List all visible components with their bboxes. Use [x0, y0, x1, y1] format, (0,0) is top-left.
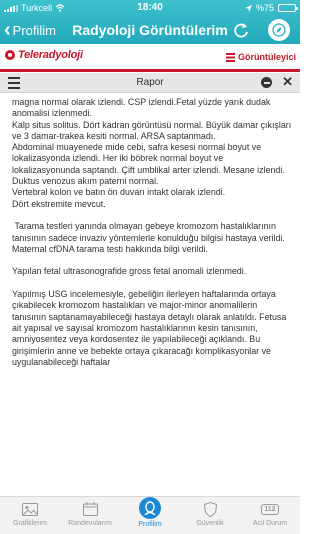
viewer-label: Görüntüleyici [237, 52, 296, 62]
image-icon [21, 500, 39, 518]
tab-label: Grafiklerim [13, 520, 47, 527]
tab-grafiklerim[interactable]: Grafiklerim [0, 497, 60, 534]
report-paragraph: Yapılan fetal ultrasonografide gross fet… [12, 266, 247, 277]
compass-icon [272, 23, 286, 37]
page-title: Radyoloji Görüntülerim [72, 22, 228, 38]
report-panel-title: Rapor [136, 77, 164, 88]
status-bar: Turkcell 18:40 %75 [0, 0, 300, 16]
battery-percent: %75 [255, 3, 274, 13]
report-paragraph: Tarama testleri yanında olmayan gebeye k… [12, 221, 288, 254]
minimize-icon[interactable] [261, 77, 272, 88]
tab-label: Güvenlik [196, 520, 224, 527]
report-paragraph: magna normal olarak izlendi. CSP izlendi… [12, 97, 292, 209]
tab-randevularim[interactable]: Randevularım [60, 497, 120, 534]
emergency-badge: 112 [261, 503, 279, 515]
refresh-icon[interactable] [232, 21, 250, 39]
emergency-112-icon: 112 [261, 500, 279, 518]
logo-mark-icon [5, 50, 15, 60]
battery-icon [278, 4, 298, 12]
user-icon [139, 497, 161, 519]
teleradyoloji-logo: Teleradyoloji [4, 49, 83, 61]
report-paragraph: Yapılmış USG incelemesiyle, gebeliğin il… [12, 289, 287, 367]
status-right: %75 [244, 3, 298, 13]
tab-acil-durum[interactable]: 112 Acil Durum [240, 497, 300, 534]
tab-label: Randevularım [68, 520, 112, 527]
app-header: Teleradyoloji Görüntüleyici [0, 44, 300, 72]
shield-icon [201, 500, 219, 518]
location-icon [244, 4, 252, 12]
tab-label: Profilim [138, 521, 162, 528]
tab-guvenlik[interactable]: Güvenlik [180, 497, 240, 534]
report-panel-header: Rapor ✕ [0, 73, 300, 93]
logo-text: Teleradyoloji [18, 49, 83, 61]
close-icon[interactable]: ✕ [282, 75, 293, 89]
tab-profilim[interactable]: Profilim [120, 497, 180, 534]
viewer-button[interactable]: Görüntüleyici [225, 52, 296, 62]
calendar-icon [81, 500, 99, 518]
report-body[interactable]: magna normal olarak izlendi. CSP izlendi… [0, 93, 300, 496]
nav-bar: ‹ Profilim Radyoloji Görüntülerim [0, 16, 300, 44]
tab-bar: Grafiklerim Randevularım Profilim Güvenl… [0, 496, 300, 534]
tab-label: Acil Durum [252, 520, 288, 527]
viewer-grid-icon [225, 52, 235, 62]
compass-button[interactable] [268, 19, 290, 41]
